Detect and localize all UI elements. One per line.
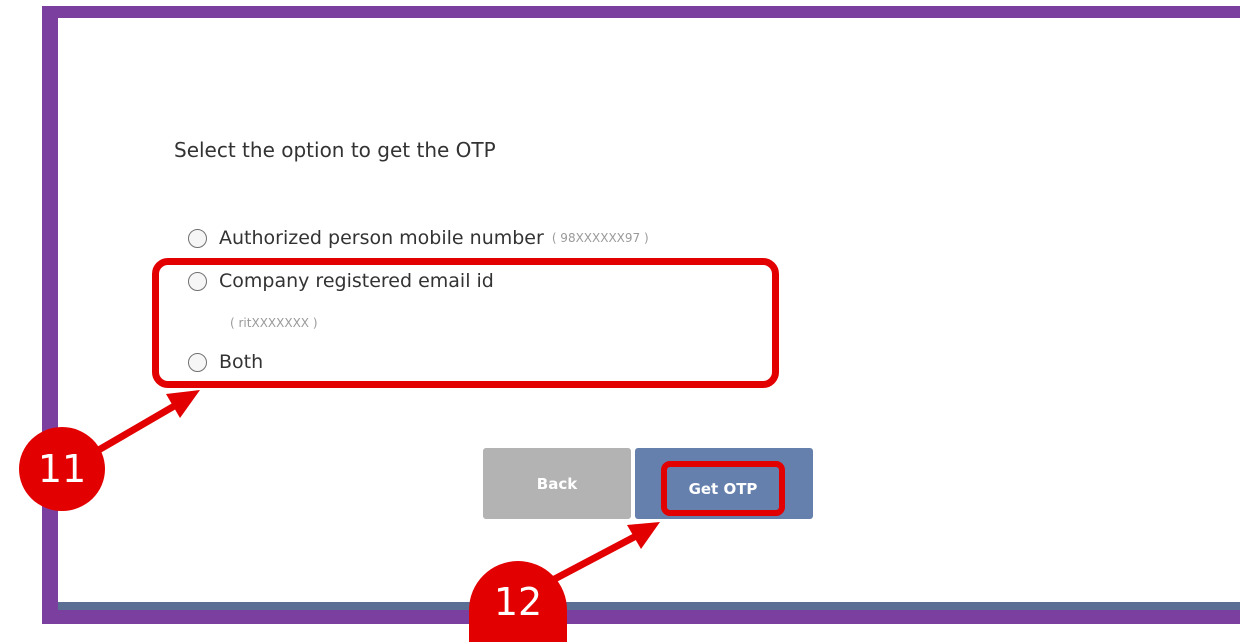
arrow-11-shaft (88, 401, 178, 459)
annotation-arrows (88, 390, 660, 596)
step-11-badge: 11 (19, 427, 105, 511)
